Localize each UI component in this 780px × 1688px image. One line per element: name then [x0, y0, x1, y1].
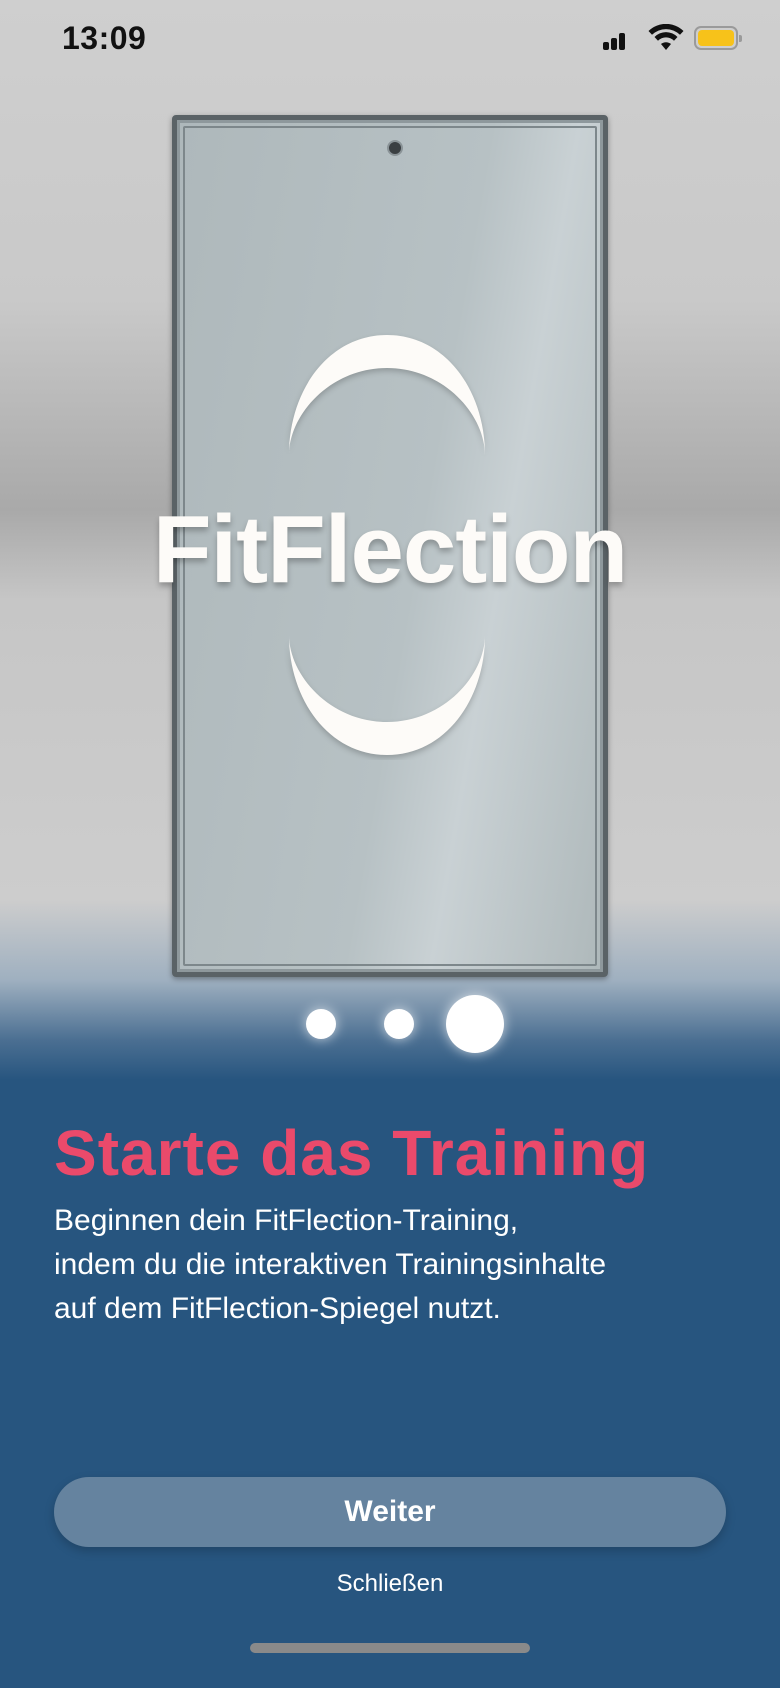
logo-arc-bottom-icon — [289, 635, 485, 755]
onboarding-description: Beginnen dein FitFlection-Training, inde… — [54, 1199, 734, 1331]
signal-icon — [603, 28, 633, 50]
camera-icon — [387, 140, 403, 156]
status-bar: 13:09 — [0, 0, 780, 80]
home-indicator[interactable] — [250, 1643, 530, 1653]
logo-arc-top-icon — [289, 335, 485, 455]
page-indicator — [0, 995, 780, 1065]
description-line: auf dem FitFlection-Spiegel nutzt. — [54, 1292, 501, 1325]
app-logo-wordmark: FitFlection — [152, 496, 628, 603]
page-dot[interactable] — [306, 1009, 336, 1039]
description-line: indem du die interaktiven Trainingsinhal… — [54, 1248, 606, 1281]
onboarding-headline: Starte das Training — [54, 1117, 650, 1189]
page-dot-active[interactable] — [446, 995, 504, 1053]
description-line: Beginnen dein FitFlection-Training, — [54, 1204, 519, 1237]
continue-button[interactable]: Weiter — [54, 1477, 726, 1547]
close-link[interactable]: Schließen — [0, 1570, 780, 1598]
battery-icon — [694, 26, 742, 50]
wifi-icon — [648, 24, 684, 50]
page-dot[interactable] — [384, 1009, 414, 1039]
status-time: 13:09 — [62, 20, 147, 56]
onboarding-content: Starte das Training Beginnen dein FitFle… — [54, 1115, 734, 1331]
